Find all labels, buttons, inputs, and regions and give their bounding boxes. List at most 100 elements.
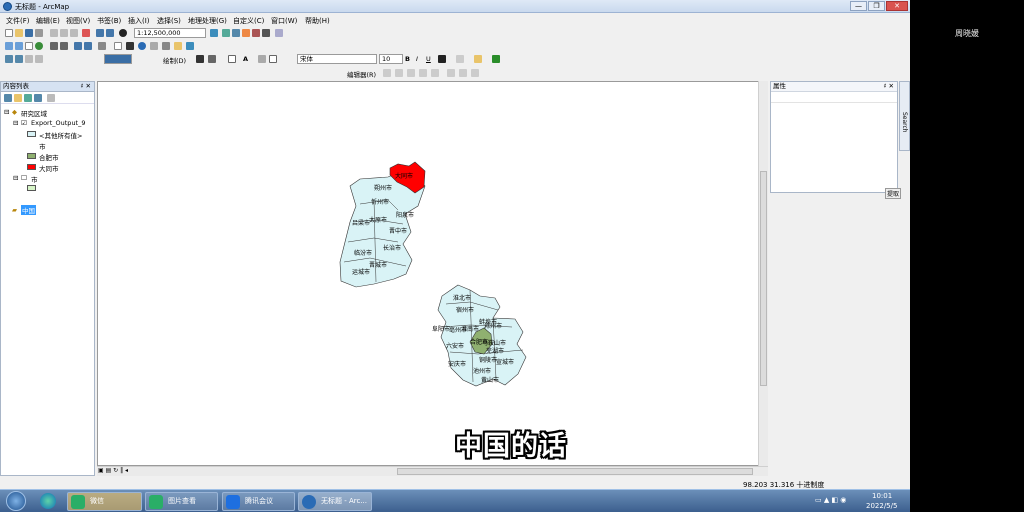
close-button[interactable]: ✕ xyxy=(886,1,908,11)
layer-combo[interactable] xyxy=(104,54,132,64)
rotate-icon[interactable] xyxy=(208,55,216,63)
layer1-checkbox[interactable]: ☑ xyxy=(21,119,27,127)
underline-button[interactable]: U xyxy=(426,55,431,63)
new-icon[interactable] xyxy=(5,29,13,37)
swipe-icon[interactable] xyxy=(35,55,43,63)
minimize-button[interactable]: — xyxy=(850,1,867,11)
delete-icon[interactable] xyxy=(82,29,90,37)
copy-icon[interactable] xyxy=(60,29,68,37)
expand-layer2-icon[interactable]: ⊟ xyxy=(13,174,18,182)
identify-icon[interactable] xyxy=(138,42,146,50)
fixed-zoom-out-icon[interactable] xyxy=(60,42,68,50)
menu-view[interactable]: 视图(V) xyxy=(66,16,90,26)
undo-icon[interactable] xyxy=(96,29,104,37)
rotate-edit-icon[interactable] xyxy=(431,69,439,77)
expand-group-icon[interactable]: ⊟ xyxy=(4,108,9,116)
cut-icon[interactable] xyxy=(50,29,58,37)
italic-button[interactable]: I xyxy=(416,55,418,63)
menu-customize[interactable]: 自定义(C) xyxy=(233,16,264,26)
map-vertical-scrollbar[interactable] xyxy=(758,81,768,466)
menu-bookmarks[interactable]: 书签(B) xyxy=(97,16,121,26)
save-icon[interactable] xyxy=(25,29,33,37)
hyperlink-icon[interactable] xyxy=(174,42,182,50)
find-icon[interactable] xyxy=(150,42,158,50)
print-icon[interactable] xyxy=(35,29,43,37)
vscroll-thumb[interactable] xyxy=(760,171,767,386)
toc-options-icon[interactable] xyxy=(47,94,55,102)
layer-tool-icon[interactable] xyxy=(25,55,33,63)
scale-combo[interactable]: 1:12,500,000 xyxy=(134,28,206,38)
props-pin-close[interactable]: ♯ ✕ xyxy=(883,82,894,91)
view-switch-buttons[interactable]: ▣ ▤ ↻ ‖ ◂ xyxy=(98,467,158,476)
line-color-icon[interactable] xyxy=(474,55,482,63)
add-data-icon[interactable] xyxy=(119,29,127,37)
zoom-in-icon[interactable] xyxy=(5,42,13,50)
pan-icon[interactable] xyxy=(25,42,33,50)
trace-icon[interactable] xyxy=(407,69,415,77)
layer2-name[interactable]: 市 xyxy=(31,174,38,184)
task-image-viewer[interactable]: 图片查看 xyxy=(145,492,218,511)
toc-pin-close[interactable]: ♯ ✕ xyxy=(80,82,91,91)
edit-vertices-icon[interactable] xyxy=(258,55,266,63)
layout-icon[interactable] xyxy=(5,55,13,63)
font-name-combo[interactable]: 宋体 xyxy=(297,54,377,64)
text-color-icon[interactable] xyxy=(438,55,446,63)
props-extract-button[interactable]: 提取 xyxy=(885,188,902,199)
start-button[interactable] xyxy=(6,491,26,511)
layer1-name[interactable]: Export_Output_9 xyxy=(31,119,86,127)
search-window-icon[interactable] xyxy=(242,29,250,37)
hscroll-thumb[interactable] xyxy=(397,468,753,475)
list-by-visibility-icon[interactable] xyxy=(24,94,32,102)
search-side-tab[interactable]: Search xyxy=(899,81,910,151)
fill-color-icon[interactable] xyxy=(456,55,464,63)
menu-help[interactable]: 帮助(H) xyxy=(305,16,330,26)
straight-segment-icon[interactable] xyxy=(395,69,403,77)
rectangle-icon[interactable] xyxy=(228,55,236,63)
bold-button[interactable]: B xyxy=(405,55,410,63)
task-wechat[interactable]: 微信 xyxy=(67,492,142,511)
paste-icon[interactable] xyxy=(70,29,78,37)
editor-menu[interactable]: 编辑器(R) xyxy=(347,69,376,79)
draw-menu[interactable]: 绘制(D) xyxy=(163,55,186,65)
measure-icon[interactable] xyxy=(162,42,170,50)
marker-color-icon[interactable] xyxy=(492,55,500,63)
restore-button[interactable]: ❐ xyxy=(868,1,885,11)
back-extent-icon[interactable] xyxy=(74,42,82,50)
model-builder-icon[interactable] xyxy=(275,29,283,37)
menu-edit[interactable]: 编辑(E) xyxy=(36,16,60,26)
split-icon[interactable] xyxy=(419,69,427,77)
menu-selection[interactable]: 选择(S) xyxy=(157,16,181,26)
zoom-out-icon[interactable] xyxy=(15,42,23,50)
editor-toolbar-icon[interactable] xyxy=(210,29,218,37)
edit-tool-icon[interactable] xyxy=(383,69,391,77)
toc-group-name[interactable]: 研究区域 xyxy=(21,108,47,118)
toc-selected-layer[interactable]: 中国 xyxy=(21,205,36,215)
menu-geoprocessing[interactable]: 地理处理(G) xyxy=(188,16,227,26)
forward-extent-icon[interactable] xyxy=(84,42,92,50)
menu-file[interactable]: 文件(F) xyxy=(6,16,30,26)
task-tencent-meeting[interactable]: 腾讯会议 xyxy=(222,492,295,511)
python-icon[interactable] xyxy=(262,29,270,37)
georef-icon[interactable] xyxy=(15,55,23,63)
list-by-source-icon[interactable] xyxy=(14,94,22,102)
open-icon[interactable] xyxy=(15,29,23,37)
edge-browser-icon[interactable] xyxy=(40,493,56,509)
clear-selection-icon[interactable] xyxy=(114,42,122,50)
list-by-selection-icon[interactable] xyxy=(34,94,42,102)
font-size-combo[interactable]: 10 xyxy=(379,54,403,64)
tray-icons[interactable]: ▭ ▲ ◧ ◉ xyxy=(815,496,846,504)
select-elements-icon[interactable] xyxy=(126,42,134,50)
arctoolbox-icon[interactable] xyxy=(252,29,260,37)
font-color-icon[interactable] xyxy=(269,55,277,63)
map-view[interactable]: 大同市 朔州市 忻州市 阳泉市 太原市 吕梁市 晋中市 临汾市 长治市 运城市 晋城市 淮北市 宿州市… xyxy=(97,81,768,466)
table-of-contents-icon[interactable] xyxy=(222,29,230,37)
task-arcmap[interactable]: 无标题 - Arc... xyxy=(298,492,372,511)
map-horizontal-scrollbar[interactable] xyxy=(97,466,768,476)
search-tab-label[interactable]: Search xyxy=(901,112,908,133)
menu-windows[interactable]: 窗口(W) xyxy=(271,16,297,26)
text-tool-icon[interactable]: A xyxy=(243,55,248,63)
attributes-icon[interactable] xyxy=(447,69,455,77)
sketch-properties-icon[interactable] xyxy=(459,69,467,77)
layer2-checkbox[interactable]: ☐ xyxy=(21,174,27,182)
html-popup-icon[interactable] xyxy=(186,42,194,50)
